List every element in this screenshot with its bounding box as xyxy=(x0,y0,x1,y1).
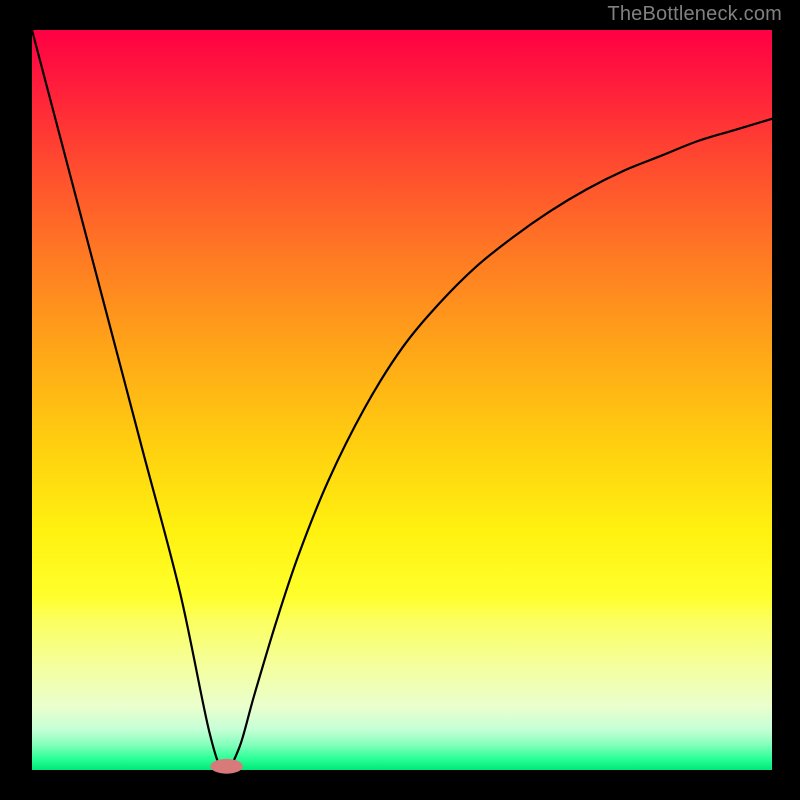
gradient-background xyxy=(32,30,772,770)
watermark-text: TheBottleneck.com xyxy=(607,3,782,26)
chart-frame: TheBottleneck.com xyxy=(0,0,800,800)
optimal-point-marker xyxy=(210,759,243,774)
bottleneck-chart xyxy=(0,0,800,800)
